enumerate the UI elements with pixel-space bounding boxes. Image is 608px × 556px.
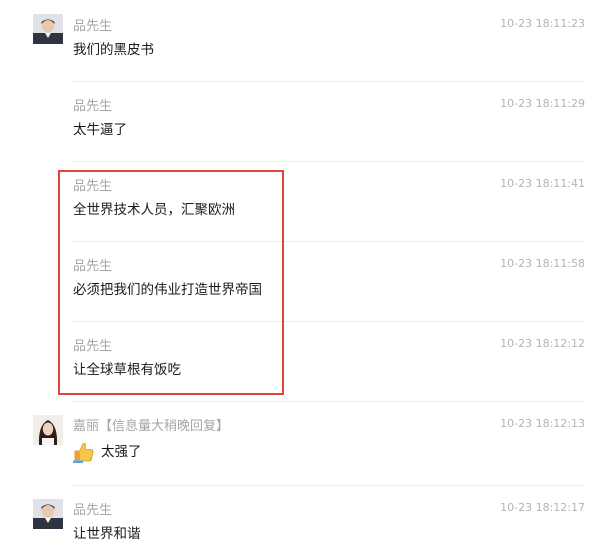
message-text: 让世界和谐 xyxy=(73,526,141,542)
message-text: 太强了 xyxy=(101,444,142,460)
message-text: 太牛逼了 xyxy=(73,122,127,138)
message-separator xyxy=(73,161,585,162)
sender-name: 品先生 xyxy=(73,503,113,518)
message-timestamp: 10-23 18:11:29 xyxy=(500,97,585,110)
avatar[interactable] xyxy=(33,415,63,445)
chat-history: 品先生 10-23 18:11:23 我们的黑皮书 品先生 10-23 18:1… xyxy=(0,0,608,556)
message-timestamp: 10-23 18:12:13 xyxy=(500,417,585,430)
message-text: 我们的黑皮书 xyxy=(73,42,154,58)
message-separator xyxy=(73,401,585,402)
message-timestamp: 10-23 18:11:58 xyxy=(500,257,585,270)
message-timestamp: 10-23 18:12:12 xyxy=(500,337,585,350)
message-text-row: 太强了 xyxy=(73,441,142,463)
avatar[interactable] xyxy=(33,14,63,44)
sender-name: 品先生 xyxy=(73,99,113,114)
highlight-box xyxy=(58,170,284,395)
message-separator xyxy=(73,485,585,486)
message-separator xyxy=(73,81,585,82)
sender-name: 品先生 xyxy=(73,19,113,34)
sender-name: 嘉丽【信息量大稍晚回复】 xyxy=(73,419,230,434)
avatar[interactable] xyxy=(33,499,63,529)
message-timestamp: 10-23 18:11:23 xyxy=(500,17,585,30)
message-timestamp: 10-23 18:12:17 xyxy=(500,501,585,514)
thumbs-up-icon xyxy=(73,441,95,463)
message-timestamp: 10-23 18:11:41 xyxy=(500,177,585,190)
